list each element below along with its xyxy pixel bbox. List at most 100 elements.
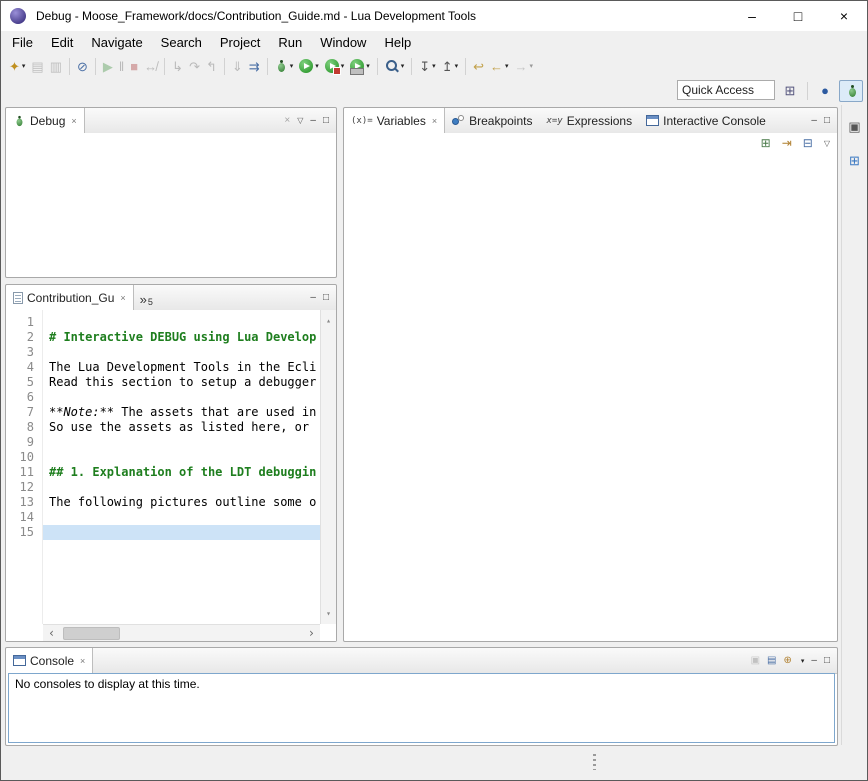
tab-debug[interactable]: Debug × <box>6 108 85 134</box>
quick-access-input[interactable] <box>677 80 775 100</box>
next-annotation-button[interactable]: ↧▾ <box>416 55 438 77</box>
editor-line[interactable] <box>43 525 320 540</box>
scrollbar-thumb[interactable] <box>63 627 120 640</box>
menu-project[interactable]: Project <box>211 33 269 52</box>
outline-view-button[interactable]: ⊞ <box>846 149 863 171</box>
line-number[interactable]: 13 <box>6 495 42 510</box>
minimize-view-button[interactable]: – <box>811 656 817 666</box>
line-number[interactable]: 14 <box>6 510 42 525</box>
tab-expressions[interactable]: x=yExpressions <box>539 108 639 133</box>
use-step-filters-button[interactable]: ⇉ <box>246 55 263 77</box>
dropdown-arrow-icon[interactable]: ▾ <box>505 62 509 70</box>
editor-line[interactable] <box>43 450 320 465</box>
dropdown-arrow-icon[interactable]: ▾ <box>341 62 345 70</box>
editor-line[interactable]: So use the assets as listed here, or <box>43 420 320 435</box>
collapse-all-button[interactable]: ⊟ <box>803 137 813 150</box>
editor-line[interactable]: ## 1. Explanation of the LDT debuggin <box>43 465 320 480</box>
open-console-button[interactable]: ⊕ <box>783 656 791 666</box>
editor-line[interactable]: The following pictures outline some o <box>43 495 320 510</box>
last-edit-location-button[interactable]: ↩ <box>470 55 487 77</box>
console-output-area[interactable]: No consoles to display at this time. <box>8 673 835 743</box>
menu-navigate[interactable]: Navigate <box>82 33 151 52</box>
view-menu-icon[interactable]: ▽ <box>297 117 303 125</box>
line-number[interactable]: 3 <box>6 345 42 360</box>
editor-body[interactable]: 123456789101112131415 # Interactive DEBU… <box>6 310 336 641</box>
maximize-view-button[interactable]: □ <box>323 116 329 126</box>
show-type-names-button[interactable]: ⊞ <box>761 137 771 150</box>
tab-breakpoints[interactable]: Breakpoints <box>445 108 539 133</box>
dropdown-arrow-icon[interactable]: ▾ <box>366 62 370 70</box>
external-tools-button[interactable]: ▾ <box>347 55 373 77</box>
close-tab-icon[interactable]: × <box>432 116 437 126</box>
coverage-button[interactable]: ▾ <box>322 55 348 77</box>
lua-perspective-button[interactable]: ● <box>813 80 837 102</box>
restore-views-button[interactable]: ▣ <box>845 115 863 137</box>
menu-run[interactable]: Run <box>269 33 311 52</box>
line-number[interactable]: 11 <box>6 465 42 480</box>
tab-interactive-console[interactable]: Interactive Console <box>639 108 773 133</box>
editor-vertical-scrollbar[interactable]: ▴ ▾ <box>320 310 336 624</box>
line-number[interactable]: 7 <box>6 405 42 420</box>
editor-line[interactable] <box>43 435 320 450</box>
maximize-view-button[interactable]: □ <box>824 656 830 666</box>
editor-line[interactable]: # Interactive DEBUG using Lua Develop <box>43 330 320 345</box>
scroll-right-icon[interactable]: › <box>308 625 315 641</box>
dropdown-arrow-icon[interactable]: ▾ <box>801 657 805 665</box>
open-console-page-button[interactable]: ▤ <box>767 656 776 666</box>
menu-file[interactable]: File <box>3 33 42 52</box>
editor-horizontal-scrollbar[interactable]: ‹ › <box>43 624 320 641</box>
debug-button[interactable]: ▾ <box>272 55 297 77</box>
menu-edit[interactable]: Edit <box>42 33 82 52</box>
dropdown-arrow-icon[interactable]: ▾ <box>290 62 294 70</box>
debug-perspective-button[interactable] <box>839 80 863 102</box>
menu-window[interactable]: Window <box>311 33 375 52</box>
skip-all-breakpoints-button[interactable]: ⊘ <box>74 55 91 77</box>
trim-drag-handle[interactable] <box>593 754 596 770</box>
editor-line[interactable] <box>43 390 320 405</box>
menu-help[interactable]: Help <box>375 33 420 52</box>
menu-search[interactable]: Search <box>152 33 211 52</box>
line-number[interactable]: 2 <box>6 330 42 345</box>
close-tab-icon[interactable]: × <box>120 293 125 303</box>
editor-line[interactable]: **Note:** The assets that are used in <box>43 405 320 420</box>
dropdown-arrow-icon[interactable]: ▾ <box>530 62 534 70</box>
close-button[interactable]: × <box>821 1 867 31</box>
line-number[interactable]: 10 <box>6 450 42 465</box>
dropdown-arrow-icon[interactable]: ▾ <box>432 62 436 70</box>
line-number[interactable]: 1 <box>6 315 42 330</box>
dropdown-arrow-icon[interactable]: ▾ <box>22 62 26 70</box>
minimize-button[interactable]: – <box>729 1 775 31</box>
editor-line[interactable] <box>43 510 320 525</box>
line-number[interactable]: 5 <box>6 375 42 390</box>
open-perspective-button[interactable]: ⊞ <box>778 80 802 102</box>
maximize-button[interactable]: □ <box>775 1 821 31</box>
editor-text-area[interactable]: # Interactive DEBUG using Lua Develop Th… <box>43 310 320 624</box>
line-number[interactable]: 9 <box>6 435 42 450</box>
new-button[interactable]: ✦▾ <box>6 55 28 77</box>
scroll-left-icon[interactable]: ‹ <box>48 625 55 641</box>
dropdown-arrow-icon[interactable]: ▾ <box>455 62 459 70</box>
scroll-down-icon[interactable]: ▾ <box>321 606 336 621</box>
tab-contribution-guide[interactable]: Contribution_Gu × <box>6 285 134 311</box>
close-tab-icon[interactable]: × <box>80 656 85 666</box>
open-search-dialog-button[interactable]: ▾ <box>382 55 408 77</box>
editor-line[interactable] <box>43 345 320 360</box>
dropdown-arrow-icon[interactable]: ▾ <box>401 62 405 70</box>
editor-line[interactable]: The Lua Development Tools in the Ecli <box>43 360 320 375</box>
run-button[interactable]: ▾ <box>296 55 322 77</box>
close-tab-icon[interactable]: × <box>71 116 76 126</box>
minimize-view-button[interactable]: – <box>310 116 316 126</box>
maximize-view-button[interactable]: □ <box>824 116 830 126</box>
dropdown-arrow-icon[interactable]: ▾ <box>315 62 319 70</box>
line-number[interactable]: 8 <box>6 420 42 435</box>
previous-annotation-button[interactable]: ↥▾ <box>439 55 461 77</box>
line-number[interactable]: 15 <box>6 525 42 540</box>
line-number[interactable]: 6 <box>6 390 42 405</box>
editor-line[interactable] <box>43 315 320 330</box>
editor-tab-overflow[interactable]: » 5 <box>134 285 159 310</box>
line-number[interactable]: 12 <box>6 480 42 495</box>
back-button[interactable]: ←▾ <box>487 55 512 77</box>
line-number[interactable]: 4 <box>6 360 42 375</box>
minimize-view-button[interactable]: – <box>811 116 817 126</box>
maximize-view-button[interactable]: □ <box>323 293 329 303</box>
